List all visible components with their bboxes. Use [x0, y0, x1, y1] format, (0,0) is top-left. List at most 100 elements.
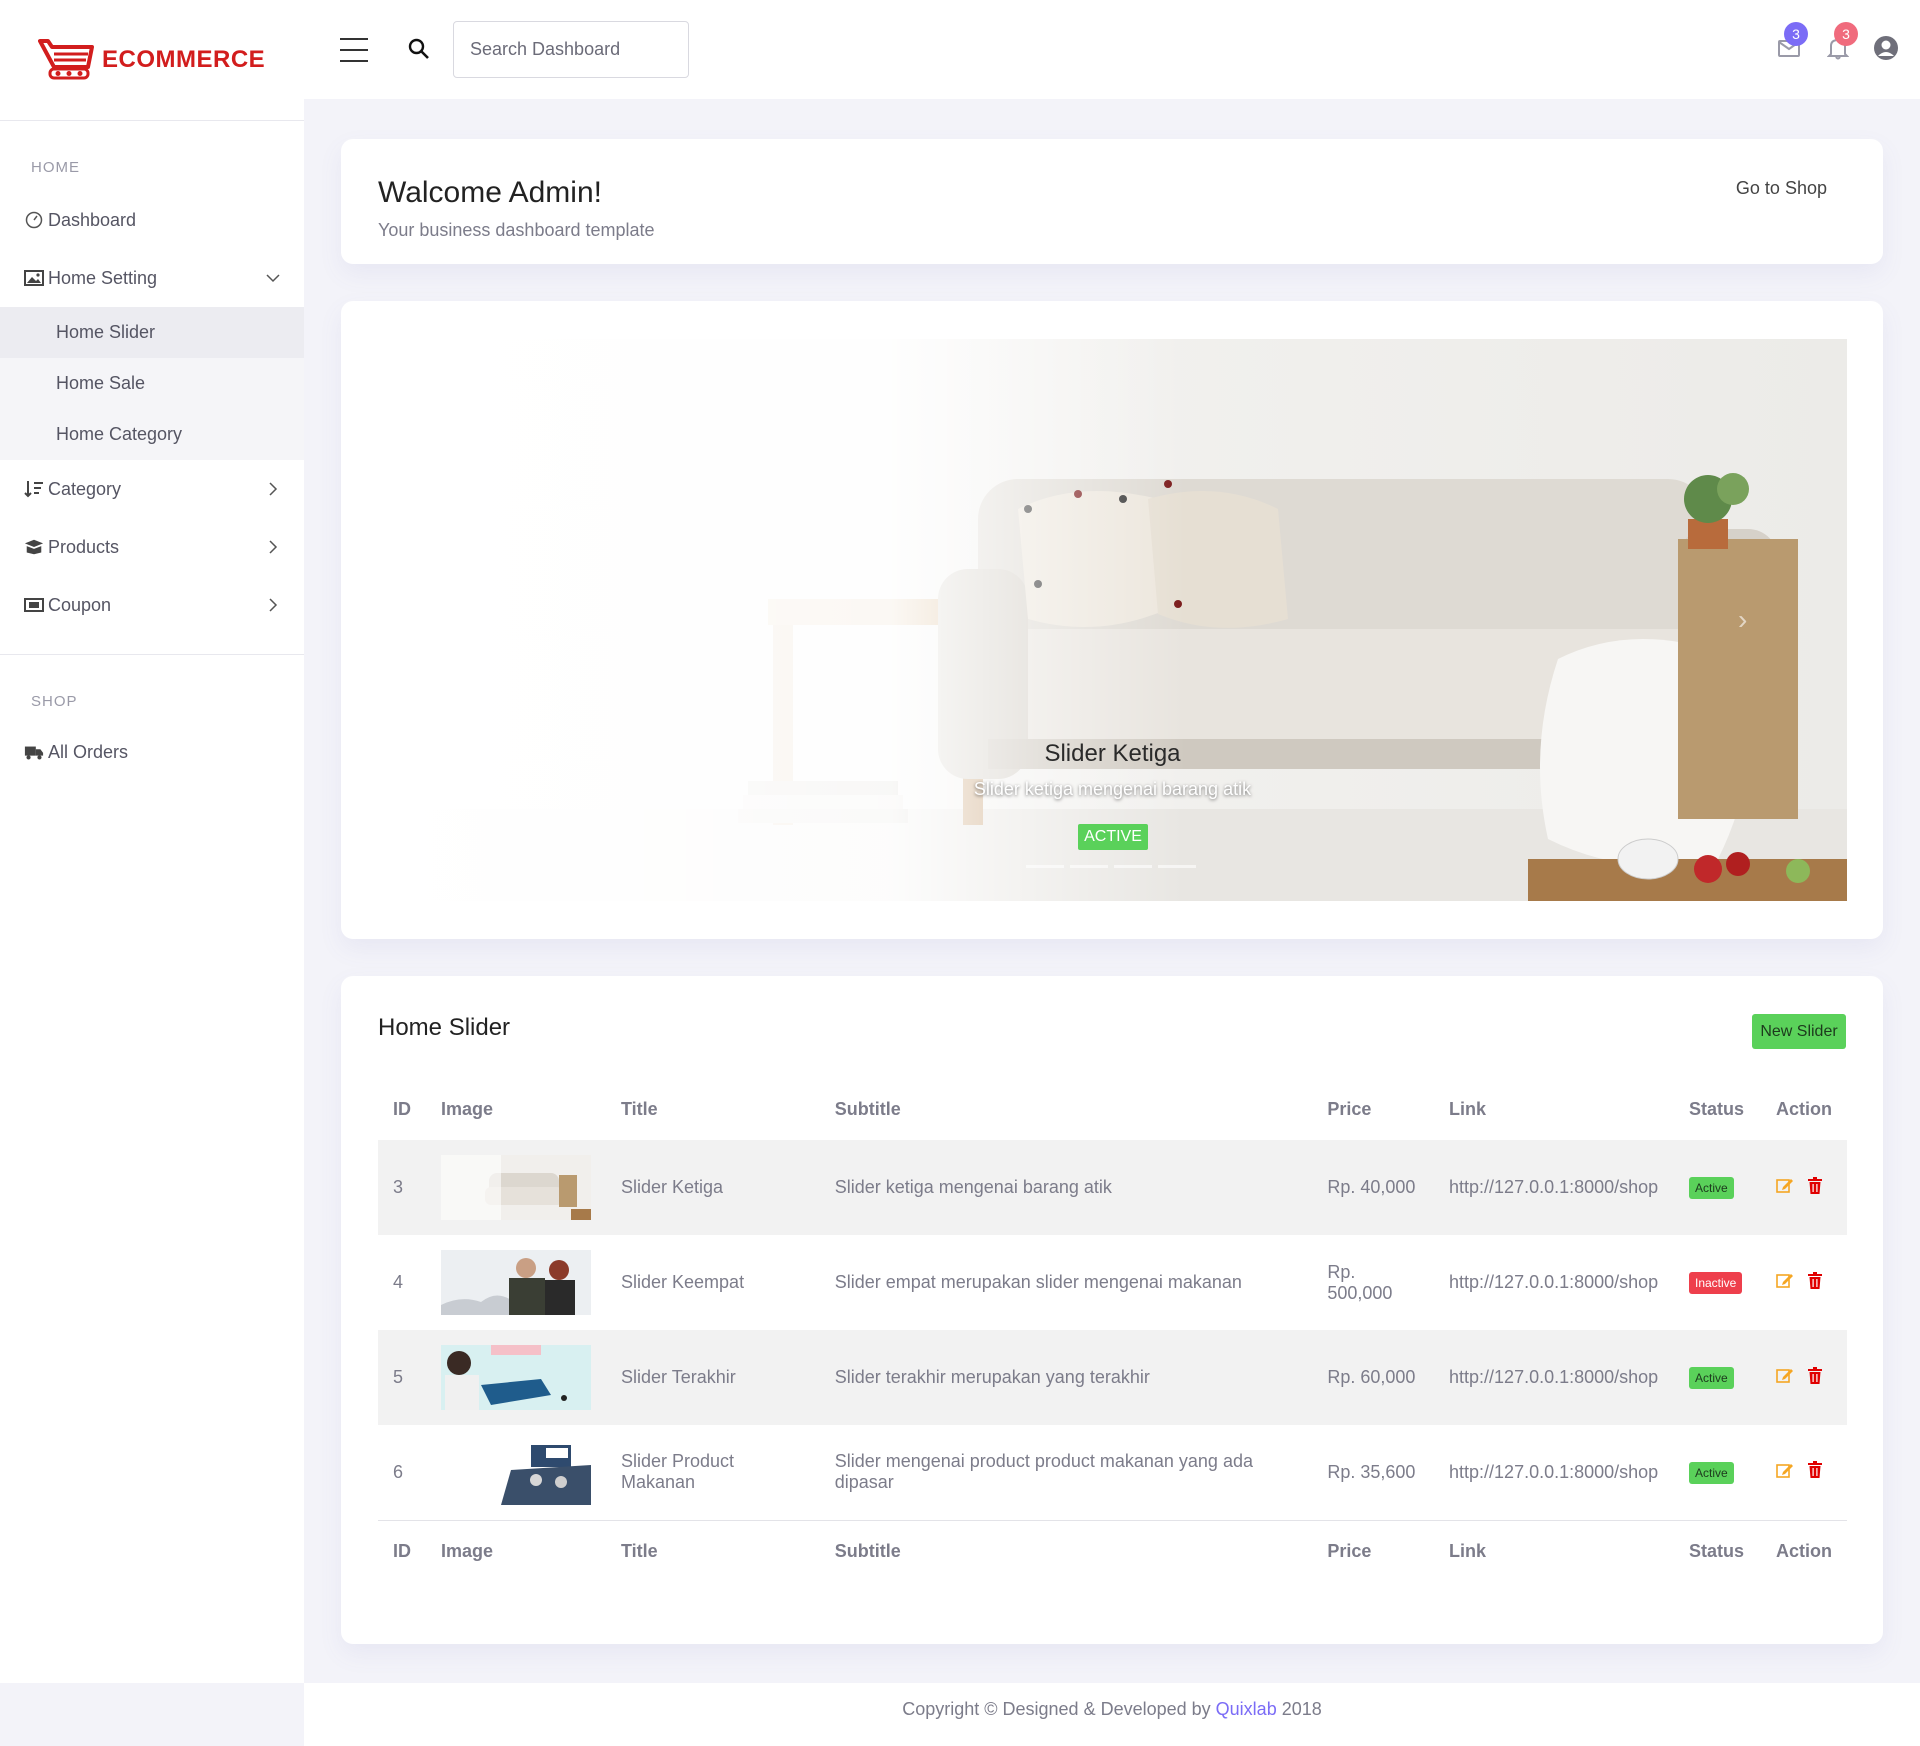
carousel-indicator[interactable]	[1114, 865, 1152, 868]
new-slider-button[interactable]: New Slider	[1752, 1014, 1846, 1049]
brand-logo[interactable]: ECOMMERCE	[0, 0, 304, 121]
slide-image	[378, 339, 1847, 901]
sidebar-item-all-orders[interactable]: All Orders	[0, 723, 304, 781]
row-title: Slider Terakhir	[621, 1367, 736, 1387]
slider-thumbnail	[441, 1439, 591, 1505]
footer-copyright: Copyright © Designed & Developed by	[902, 1699, 1211, 1719]
sidebar-item-label: Coupon	[48, 594, 112, 615]
chevron-right-icon	[266, 598, 280, 612]
welcome-subtitle: Your business dashboard template	[378, 220, 655, 240]
row-title: Slider Product Makanan	[621, 1451, 735, 1493]
row-id: 6	[393, 1461, 404, 1482]
sidebar-item-label: Home Setting	[48, 267, 158, 288]
home-setting-submenu: Home Slider Home Sale Home Category	[0, 307, 304, 460]
sidebar-item-products[interactable]: Products	[0, 518, 304, 576]
col-footer: Status	[1674, 1519, 1761, 1582]
col-footer: ID	[378, 1519, 426, 1582]
row-price: Rp. 40,000	[1327, 1177, 1416, 1197]
notification-count-badge: 3	[1834, 22, 1858, 46]
mail-count-badge: 3	[1784, 22, 1808, 46]
sidebar: ECOMMERCE HOME Dashboard Home Setting Ho…	[0, 0, 304, 1683]
col-header: Title	[621, 1098, 658, 1119]
slider-table: ID Image Title Subtitle Price Link Statu…	[378, 1078, 1847, 1582]
col-footer: Action	[1760, 1519, 1847, 1582]
edit-icon[interactable]	[1776, 1176, 1794, 1199]
slider-preview-card: ‹ › Slider Ketiga Slider ketiga mengenai…	[341, 301, 1883, 939]
search-icon[interactable]	[408, 38, 430, 65]
page-footer: Copyright © Designed & Developed by Quix…	[304, 1683, 1920, 1746]
search-input[interactable]	[453, 21, 689, 78]
top-header: 3 3	[304, 0, 1920, 99]
row-id: 4	[393, 1272, 404, 1292]
hamburger-menu-icon[interactable]	[340, 38, 368, 62]
col-header: Subtitle	[834, 1098, 901, 1119]
col-footer: Image	[426, 1519, 606, 1582]
delete-icon[interactable]	[1807, 1176, 1822, 1199]
slider-thumbnail	[441, 1155, 591, 1220]
row-price: Rp. 500,000	[1327, 1261, 1393, 1303]
sort-icon	[24, 479, 44, 499]
delete-icon[interactable]	[1807, 1366, 1822, 1389]
carousel-indicator[interactable]	[1158, 865, 1196, 868]
row-link[interactable]: http://127.0.0.1:8000/shop	[1434, 1425, 1674, 1520]
table-row: 6 Slider Product Makanan Slider mengenai…	[378, 1425, 1847, 1520]
brand-name: ECOMMERCE	[102, 46, 266, 73]
footer-brand-link[interactable]: Quixlab	[1216, 1699, 1277, 1719]
sidebar-item-label: Dashboard	[48, 209, 137, 230]
sidebar-item-coupon[interactable]: Coupon	[0, 576, 304, 634]
edit-icon[interactable]	[1776, 1366, 1794, 1389]
col-footer: Subtitle	[819, 1519, 1313, 1582]
delete-icon[interactable]	[1807, 1271, 1822, 1294]
sidebar-subitem-home-category[interactable]: Home Category	[0, 409, 304, 460]
home-slider-table-card: Home Slider New Slider ID Image Title Su…	[341, 976, 1883, 1644]
carousel-prev-icon[interactable]: ‹	[378, 604, 387, 636]
status-badge: Active	[1689, 1177, 1734, 1199]
sidebar-item-home-setting[interactable]: Home Setting	[0, 249, 304, 307]
col-header: ID	[393, 1098, 411, 1119]
carousel-next-icon[interactable]: ›	[1738, 604, 1747, 636]
row-link[interactable]: http://127.0.0.1:8000/shop	[1434, 1235, 1674, 1330]
row-id: 3	[393, 1177, 404, 1197]
edit-icon[interactable]	[1776, 1271, 1794, 1294]
row-id: 5	[393, 1367, 404, 1387]
chevron-down-icon	[266, 271, 280, 285]
delete-icon[interactable]	[1807, 1461, 1822, 1483]
col-header: Image	[441, 1098, 494, 1119]
status-badge: Inactive	[1689, 1272, 1743, 1294]
user-avatar-icon[interactable]	[1873, 35, 1898, 60]
carousel-indicators	[1026, 865, 1196, 868]
carousel-indicator[interactable]	[1026, 865, 1064, 868]
nav-section-shop: SHOP	[31, 693, 78, 710]
shopping-cart-icon	[38, 39, 94, 80]
go-to-shop-link[interactable]: Go to Shop	[1736, 178, 1827, 199]
carousel-slide: ‹ › Slider Ketiga Slider ketiga mengenai…	[378, 339, 1847, 901]
row-subtitle: Slider empat merupakan slider mengenai m…	[834, 1272, 1242, 1292]
col-footer: Price	[1312, 1519, 1435, 1582]
sidebar-subitem-home-sale[interactable]: Home Sale	[0, 358, 304, 409]
dashboard-gauge-icon	[24, 210, 44, 230]
sidebar-item-label: All Orders	[48, 741, 129, 762]
table-header-row: ID Image Title Subtitle Price Link Statu…	[378, 1078, 1847, 1140]
status-badge: Active	[1689, 1461, 1734, 1484]
table-row: 4 Slider Keempat Slider empat merupakan …	[378, 1235, 1847, 1330]
sidebar-item-dashboard[interactable]: Dashboard	[0, 191, 304, 249]
image-icon	[24, 268, 44, 288]
col-header: Status	[1689, 1098, 1745, 1119]
sidebar-item-label: Products	[48, 536, 120, 557]
chevron-right-icon	[266, 540, 280, 554]
sidebar-item-category[interactable]: Category	[0, 460, 304, 518]
edit-icon[interactable]	[1776, 1461, 1794, 1484]
carousel-indicator[interactable]	[1070, 865, 1108, 868]
row-subtitle: Slider mengenai product product makanan …	[834, 1451, 1253, 1493]
col-header: Link	[1449, 1098, 1487, 1119]
table-row: 5 Slider Terakhir Slider terakhir merupa…	[378, 1330, 1847, 1425]
truck-icon	[24, 742, 44, 762]
row-link[interactable]: http://127.0.0.1:8000/shop	[1434, 1330, 1674, 1425]
row-link[interactable]: http://127.0.0.1:8000/shop	[1434, 1140, 1674, 1235]
slide-status-badge: ACTIVE	[1078, 824, 1148, 850]
table-row: 3 Slider Ketiga Slider ketiga mengenai b…	[378, 1140, 1847, 1235]
row-subtitle: Slider ketiga mengenai barang atik	[834, 1177, 1112, 1197]
sidebar-subitem-home-slider[interactable]: Home Slider	[0, 307, 304, 358]
slide-caption-subtitle: Slider ketiga mengenai barang atik	[973, 779, 1252, 799]
row-price: Rp. 60,000	[1327, 1367, 1416, 1387]
